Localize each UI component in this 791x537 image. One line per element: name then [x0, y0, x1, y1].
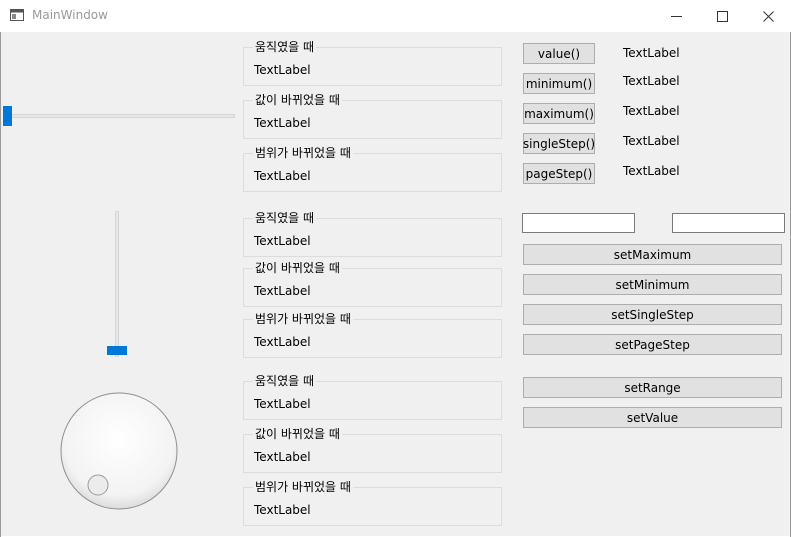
window-title: MainWindow — [32, 8, 108, 22]
vertical-slider[interactable] — [106, 211, 128, 357]
text-label: TextLabel — [254, 284, 311, 298]
text-label: TextLabel — [254, 169, 311, 183]
vertical-slider-handle[interactable] — [107, 346, 127, 355]
dial-knob — [87, 474, 109, 496]
groupbox-dial-value-changed: 값이 바뀌었을 때 TextLabel — [243, 426, 502, 473]
groupbox-dial-range-changed: 범위가 바뀌었을 때 TextLabel — [243, 479, 502, 526]
maximum-button[interactable]: maximum() — [523, 103, 595, 124]
set-minimum-button[interactable]: setMinimum — [523, 274, 782, 295]
single-step-button[interactable]: singleStep() — [523, 133, 595, 154]
text-label: TextLabel — [254, 116, 311, 130]
text-label: TextLabel — [254, 397, 311, 411]
maximize-icon — [716, 10, 728, 22]
groupbox-title: 값이 바뀌었을 때 — [253, 426, 342, 442]
title-bar: MainWindow — [0, 0, 791, 32]
set-single-step-button[interactable]: setSingleStep — [523, 304, 782, 325]
set-range-button[interactable]: setRange — [523, 377, 782, 398]
close-icon — [762, 10, 774, 22]
dial[interactable] — [58, 389, 180, 511]
text-label: TextLabel — [254, 335, 311, 349]
groupbox-slider-range-changed: 범위가 바뀌었을 때 TextLabel — [243, 145, 502, 192]
minimize-button[interactable] — [653, 0, 699, 32]
horizontal-slider-handle[interactable] — [3, 106, 12, 126]
value-button[interactable]: value() — [523, 43, 595, 64]
groupbox-vslider-value-changed: 값이 바뀌었을 때 TextLabel — [243, 260, 502, 307]
groupbox-title: 값이 바뀌었을 때 — [253, 260, 342, 276]
value-text-label: TextLabel — [623, 46, 680, 60]
page-step-text-label: TextLabel — [623, 164, 680, 178]
close-button[interactable] — [745, 0, 791, 32]
groupbox-title: 움직였을 때 — [253, 210, 317, 226]
minimize-icon — [670, 15, 682, 17]
left-line-edit[interactable] — [522, 213, 635, 233]
groupbox-slider-moved: 움직였을 때 TextLabel — [243, 39, 502, 86]
text-label: TextLabel — [254, 234, 311, 248]
maximize-button[interactable] — [699, 0, 745, 32]
groupbox-title: 범위가 바뀌었을 때 — [253, 311, 353, 327]
set-maximum-button[interactable]: setMaximum — [523, 244, 782, 265]
horizontal-slider[interactable] — [3, 105, 235, 127]
groupbox-title: 범위가 바뀌었을 때 — [253, 479, 353, 495]
app-window-icon — [10, 9, 24, 21]
groupbox-vslider-range-changed: 범위가 바뀌었을 때 TextLabel — [243, 311, 502, 358]
text-label: TextLabel — [254, 450, 311, 464]
groupbox-title: 움직였을 때 — [253, 373, 317, 389]
set-page-step-button[interactable]: setPageStep — [523, 334, 782, 355]
minimum-button[interactable]: minimum() — [523, 73, 595, 94]
vertical-slider-groove — [115, 211, 119, 357]
dial-body — [60, 392, 178, 510]
text-label: TextLabel — [254, 503, 311, 517]
text-label: TextLabel — [254, 63, 311, 77]
horizontal-slider-groove — [3, 114, 235, 118]
groupbox-title: 범위가 바뀌었을 때 — [253, 145, 353, 161]
minimum-text-label: TextLabel — [623, 74, 680, 88]
single-step-text-label: TextLabel — [623, 134, 680, 148]
maximum-text-label: TextLabel — [623, 104, 680, 118]
groupbox-slider-value-changed: 값이 바뀌었을 때 TextLabel — [243, 92, 502, 139]
window-border-left — [0, 32, 1, 537]
groupbox-title: 움직였을 때 — [253, 39, 317, 55]
right-line-edit[interactable] — [672, 213, 785, 233]
groupbox-dial-moved: 움직였을 때 TextLabel — [243, 373, 502, 420]
groupbox-title: 값이 바뀌었을 때 — [253, 92, 342, 108]
set-value-button[interactable]: setValue — [523, 407, 782, 428]
groupbox-vslider-moved: 움직였을 때 TextLabel — [243, 210, 502, 257]
page-step-button[interactable]: pageStep() — [523, 163, 595, 184]
